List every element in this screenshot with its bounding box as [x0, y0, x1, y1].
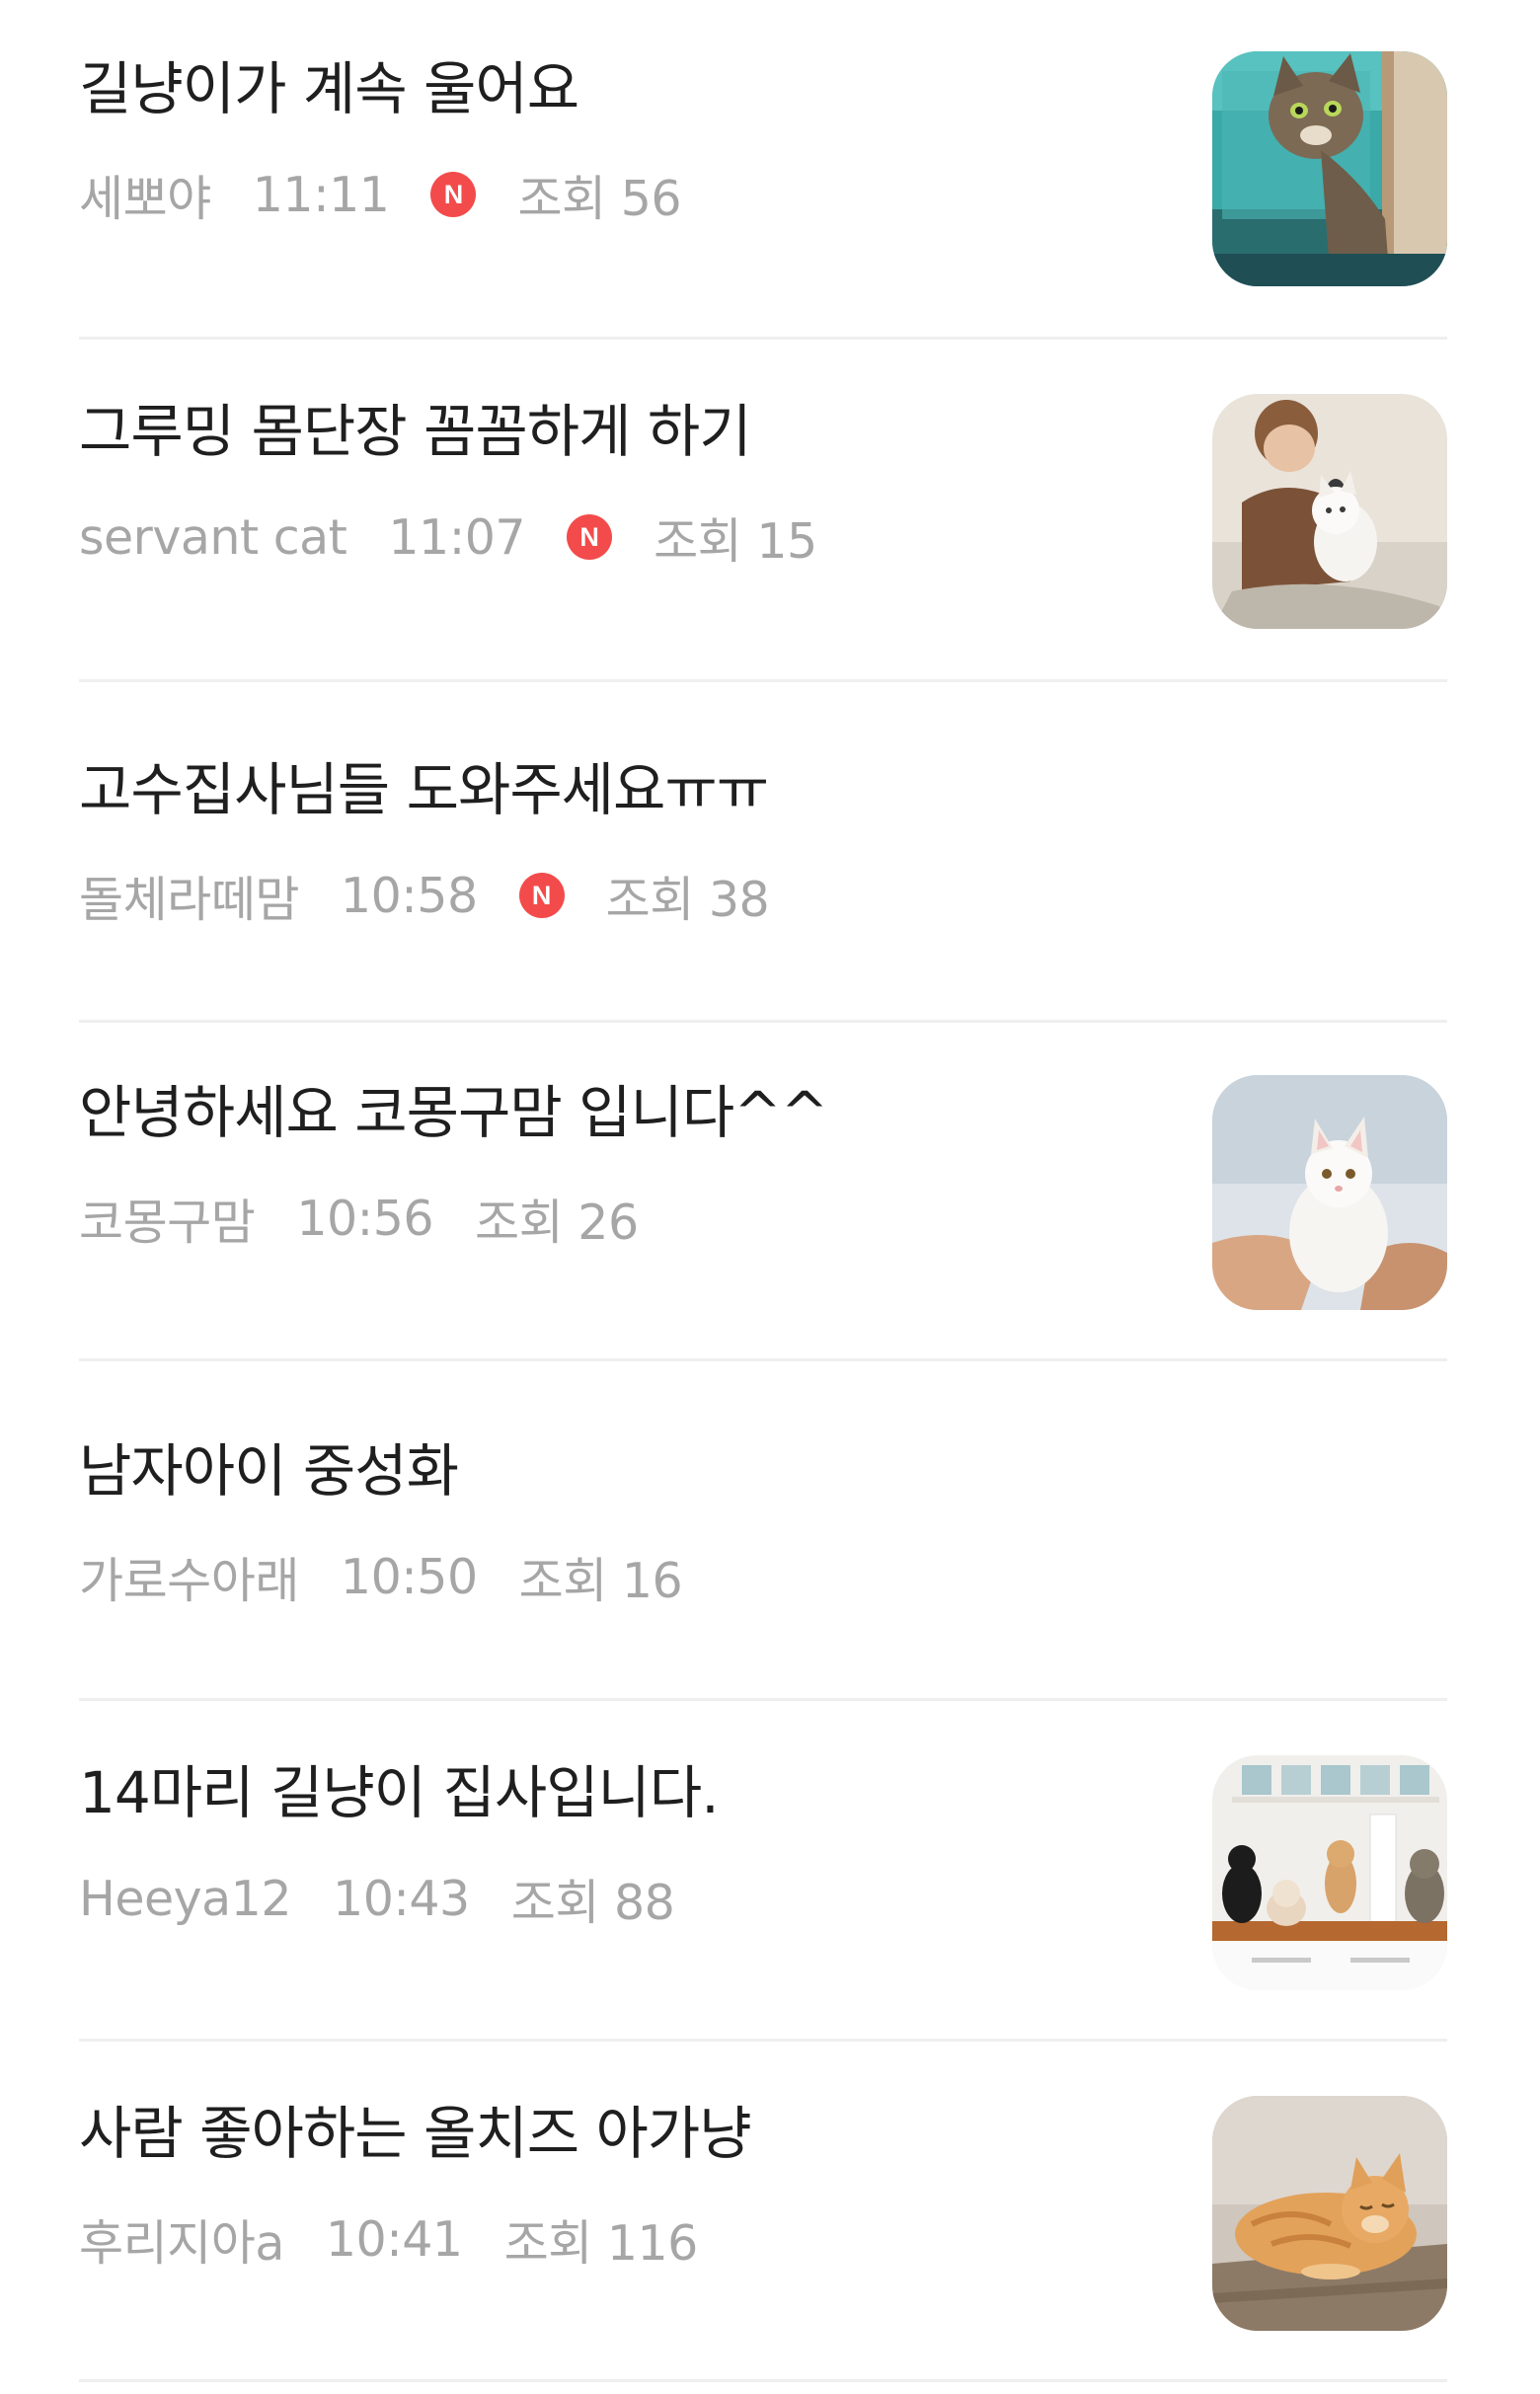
list-item-post[interactable]: 14마리 길냥이 집사입니다. Heeya12 10:43 조회 88: [0, 1704, 1540, 2045]
divider: [79, 1020, 1447, 1023]
post-author: 돌체라떼맘: [79, 871, 299, 928]
post-views: 조회 116: [503, 2214, 699, 2272]
post-time: 11:11: [252, 166, 390, 223]
list-item-post[interactable]: 길냥이가 계속 울어요 세뽀야 11:11 N 조회 56: [0, 0, 1540, 341]
list-item-post[interactable]: 사람 좋아하는 올치즈 아가냥 후리지아a 10:41 조회 116: [0, 2045, 1540, 2385]
post-meta: 후리지아a 10:41 조회 116: [79, 2204, 698, 2274]
post-time: 10:41: [325, 2210, 463, 2268]
post-meta: servant cat 11:07 N 조회 15: [79, 502, 817, 572]
orange-cat-lying-on-floor-thumbnail[interactable]: [1212, 2096, 1447, 2331]
list-item-post[interactable]: 고수집사님들 도와주세요ㅠㅠ 돌체라떼맘 10:58 N 조회 38: [0, 701, 1540, 1042]
post-views: 조회 26: [475, 1194, 639, 1251]
child-brushing-white-cat-thumbnail[interactable]: [1212, 394, 1447, 629]
post-meta: 코몽구맘 10:56 조회 26: [79, 1184, 639, 1253]
post-views: 조회 56: [517, 170, 682, 227]
white-kitten-in-hands-thumbnail[interactable]: [1212, 1075, 1447, 1310]
cats-on-kitchen-counter-thumbnail[interactable]: [1212, 1755, 1447, 1990]
new-badge: N: [518, 873, 565, 918]
post-author: 코몽구맘: [79, 1194, 256, 1251]
new-badge: N: [567, 514, 613, 560]
post-author: 후리지아a: [79, 2214, 284, 2272]
post-time: 10:43: [333, 1870, 470, 1927]
list-item-post[interactable]: 그루밍 몸단장 꼼꼼하게 하기 servant cat 11:07 N 조회 1…: [0, 343, 1540, 683]
divider: [79, 2039, 1447, 2042]
post-feed: 길냥이가 계속 울어요 세뽀야 11:11 N 조회 56 그루밍 몸단장 꼼꼼…: [0, 0, 1540, 2394]
post-title[interactable]: 안녕하세요 코몽구맘 입니다^^: [79, 1073, 828, 1152]
post-time: 10:56: [296, 1190, 434, 1247]
divider: [79, 679, 1447, 682]
post-views: 조회 38: [605, 871, 770, 928]
post-title[interactable]: 남자아이 중성화: [79, 1431, 459, 1510]
divider: [79, 1698, 1447, 1701]
post-views: 조회 16: [518, 1552, 683, 1609]
post-meta: 가로수아래 10:50 조회 16: [79, 1542, 683, 1611]
post-time: 10:58: [340, 867, 478, 924]
divider: [79, 337, 1447, 340]
post-meta: 세뽀야 11:11 N 조회 56: [79, 160, 682, 229]
divider: [79, 1358, 1447, 1361]
post-title[interactable]: 그루밍 몸단장 꼼꼼하게 하기: [79, 392, 752, 471]
post-author: Heeya12: [79, 1870, 292, 1927]
post-views: 조회 88: [510, 1874, 675, 1931]
post-meta: Heeya12 10:43 조회 88: [79, 1864, 675, 1933]
post-time: 10:50: [340, 1548, 478, 1605]
post-author: 가로수아래: [79, 1552, 299, 1609]
list-item-post[interactable]: 남자아이 중성화 가로수아래 10:50 조회 16: [0, 1382, 1540, 1723]
divider: [79, 2379, 1447, 2382]
new-badge: N: [430, 172, 477, 217]
post-author: servant cat: [79, 508, 347, 566]
tabby-cat-at-window-thumbnail[interactable]: [1212, 51, 1447, 286]
post-time: 11:07: [388, 508, 526, 566]
list-item-post[interactable]: 안녕하세요 코몽구맘 입니다^^ 코몽구맘 10:56 조회 26: [0, 1024, 1540, 1364]
post-title[interactable]: 고수집사님들 도와주세요ㅠㅠ: [79, 750, 769, 829]
post-meta: 돌체라떼맘 10:58 N 조회 38: [79, 861, 770, 930]
post-title[interactable]: 사람 좋아하는 올치즈 아가냥: [79, 2094, 752, 2173]
post-title[interactable]: 길냥이가 계속 울어요: [79, 49, 579, 128]
post-views: 조회 15: [654, 512, 817, 570]
post-author: 세뽀야: [79, 170, 211, 227]
post-title[interactable]: 14마리 길냥이 집사입니다.: [79, 1753, 720, 1832]
